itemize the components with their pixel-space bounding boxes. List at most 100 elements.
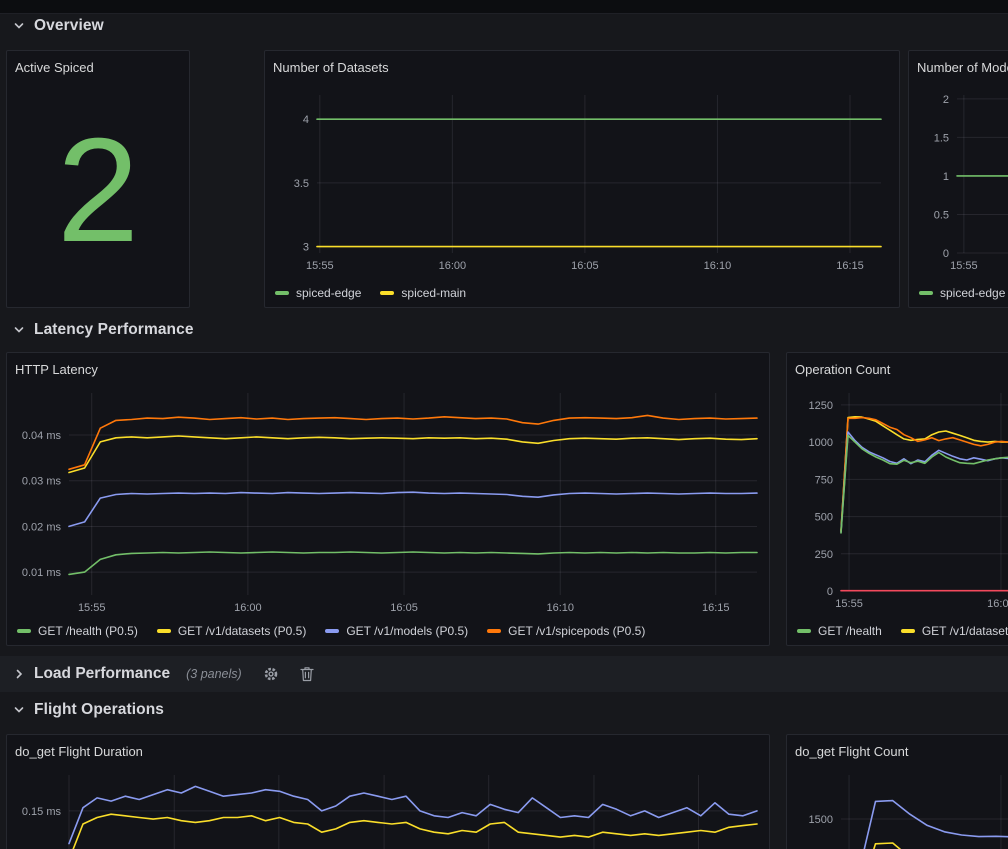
panel-title[interactable]: Number of Datasets [273, 59, 891, 81]
legend-series-color [275, 291, 289, 295]
legend-series-label: spiced-main [401, 286, 466, 300]
gear-icon [263, 666, 279, 682]
legend-series-label: spiced-edge [296, 286, 361, 300]
svg-text:15:55: 15:55 [835, 598, 863, 610]
section-header-latency-performance[interactable]: Latency Performance [13, 321, 194, 339]
chevron-down-icon [13, 704, 25, 716]
legend-series-label: GET /health [818, 624, 882, 638]
section-header-flight-operations[interactable]: Flight Operations [13, 701, 164, 719]
section-header-load-performance[interactable]: Load Performance (3 panels) [0, 656, 1008, 692]
panel-number-of-models: Number of Models 00.511.5215:5516:0016:0… [908, 50, 1008, 308]
chart-legend: spiced-edge [919, 286, 1005, 300]
legend-item[interactable]: spiced-edge [919, 286, 1005, 300]
svg-text:4: 4 [303, 114, 309, 126]
panel-title[interactable]: do_get Flight Count [795, 743, 1008, 765]
trash-icon [300, 666, 314, 682]
svg-text:16:10: 16:10 [704, 260, 732, 272]
chevron-down-icon [13, 324, 25, 336]
panel-title[interactable]: HTTP Latency [15, 361, 761, 383]
datasets-chart[interactable]: 3 3.5 4 15:55 16:00 16:05 16:10 16:15 [273, 81, 893, 277]
svg-text:16:10: 16:10 [546, 602, 574, 613]
svg-text:250: 250 [815, 549, 833, 561]
svg-text:1: 1 [943, 171, 949, 183]
legend-item[interactable]: spiced-main [380, 286, 466, 300]
flight-duration-chart[interactable]: 0.15 ms [15, 765, 763, 849]
top-bar [0, 0, 1008, 14]
legend-series-label: GET /v1/spicepods (P0.5) [508, 624, 645, 638]
legend-item[interactable]: spiced-edge [275, 286, 361, 300]
panel-count-label: (3 panels) [186, 667, 242, 681]
legend-series-label: GET /health (P0.5) [38, 624, 138, 638]
svg-text:16:05: 16:05 [390, 602, 418, 613]
legend-item[interactable]: GET /v1/datasets [901, 624, 1008, 638]
svg-text:0.01 ms: 0.01 ms [22, 567, 62, 579]
section-header-overview[interactable]: Overview [13, 17, 104, 35]
section-title: Overview [34, 17, 104, 35]
section-settings-button[interactable] [263, 666, 279, 682]
chart-legend: GET /health (P0.5) GET /v1/datasets (P0.5… [17, 624, 645, 638]
svg-text:0: 0 [827, 586, 833, 598]
legend-series-label: GET /v1/datasets [922, 624, 1008, 638]
chart-legend: spiced-edge spiced-main [275, 286, 466, 300]
chart-legend: GET /health GET /v1/datasets [797, 624, 1008, 638]
panel-title[interactable]: Operation Count [795, 361, 1008, 383]
svg-text:0.02 ms: 0.02 ms [22, 521, 62, 533]
legend-series-label: spiced-edge [940, 286, 1005, 300]
legend-series-label: GET /v1/datasets (P0.5) [178, 624, 307, 638]
panel-title[interactable]: Number of Models [917, 59, 1008, 81]
models-chart[interactable]: 00.511.5215:5516:0016:0516:1016:15 [917, 81, 1008, 277]
panel-operation-count: Operation Count 02505007501000125015:551… [786, 352, 1008, 646]
panel-title[interactable]: do_get Flight Duration [15, 743, 761, 765]
legend-series-color [487, 629, 501, 633]
section-delete-button[interactable] [300, 666, 314, 682]
legend-item[interactable]: GET /v1/spicepods (P0.5) [487, 624, 645, 638]
chevron-down-icon [13, 20, 25, 32]
svg-text:0.5: 0.5 [934, 209, 949, 221]
panel-title[interactable]: Active Spiced [15, 59, 181, 81]
section-title: Flight Operations [34, 701, 164, 719]
legend-item[interactable]: GET /v1/models (P0.5) [325, 624, 468, 638]
legend-series-color [919, 291, 933, 295]
legend-series-color [157, 629, 171, 633]
svg-text:1000: 1000 [809, 437, 833, 449]
panel-http-latency: HTTP Latency 0.01 ms 0.02 ms 0.03 ms 0.04 m… [6, 352, 770, 646]
legend-series-color [325, 629, 339, 633]
panel-number-of-datasets: Number of Datasets 3 3.5 4 15:55 16:00 16:05 1… [264, 50, 900, 308]
legend-series-color [901, 629, 915, 633]
panel-do-get-flight-count: do_get Flight Count 1500 [786, 734, 1008, 849]
section-title: Latency Performance [34, 321, 194, 339]
legend-series-label: GET /v1/models (P0.5) [346, 624, 468, 638]
svg-text:16:00: 16:00 [987, 598, 1008, 610]
legend-series-color [797, 629, 811, 633]
legend-series-color [380, 291, 394, 295]
svg-text:15:55: 15:55 [78, 602, 106, 613]
svg-text:15:55: 15:55 [950, 260, 978, 272]
svg-text:16:05: 16:05 [571, 260, 599, 272]
svg-text:0.04 ms: 0.04 ms [22, 430, 62, 442]
svg-text:0.15 ms: 0.15 ms [22, 806, 62, 818]
legend-item[interactable]: GET /health (P0.5) [17, 624, 138, 638]
svg-text:3: 3 [303, 242, 309, 254]
svg-text:2: 2 [943, 94, 949, 106]
svg-text:0: 0 [943, 248, 949, 260]
svg-text:0.03 ms: 0.03 ms [22, 476, 62, 488]
svg-text:1500: 1500 [809, 814, 833, 826]
svg-text:16:15: 16:15 [702, 602, 730, 613]
svg-text:16:00: 16:00 [439, 260, 467, 272]
svg-text:1250: 1250 [809, 400, 833, 412]
operation-count-chart[interactable]: 02505007501000125015:5516:0016:0516:1016… [795, 383, 1008, 613]
svg-text:16:15: 16:15 [836, 260, 864, 272]
svg-text:15:55: 15:55 [306, 260, 334, 272]
svg-text:750: 750 [815, 474, 833, 486]
legend-item[interactable]: GET /health [797, 624, 882, 638]
legend-item[interactable]: GET /v1/datasets (P0.5) [157, 624, 307, 638]
flight-count-chart[interactable]: 1500 [795, 765, 1008, 849]
stat-value: 2 [7, 83, 189, 299]
legend-series-color [17, 629, 31, 633]
svg-text:1.5: 1.5 [934, 132, 949, 144]
chevron-right-icon [13, 668, 25, 680]
svg-text:3.5: 3.5 [294, 178, 309, 190]
http-latency-chart[interactable]: 0.01 ms0.02 ms0.03 ms0.04 ms15:5516:0016… [15, 383, 763, 613]
panel-do-get-flight-duration: do_get Flight Duration 0.15 ms [6, 734, 770, 849]
panel-active-spiced: Active Spiced 2 [6, 50, 190, 308]
